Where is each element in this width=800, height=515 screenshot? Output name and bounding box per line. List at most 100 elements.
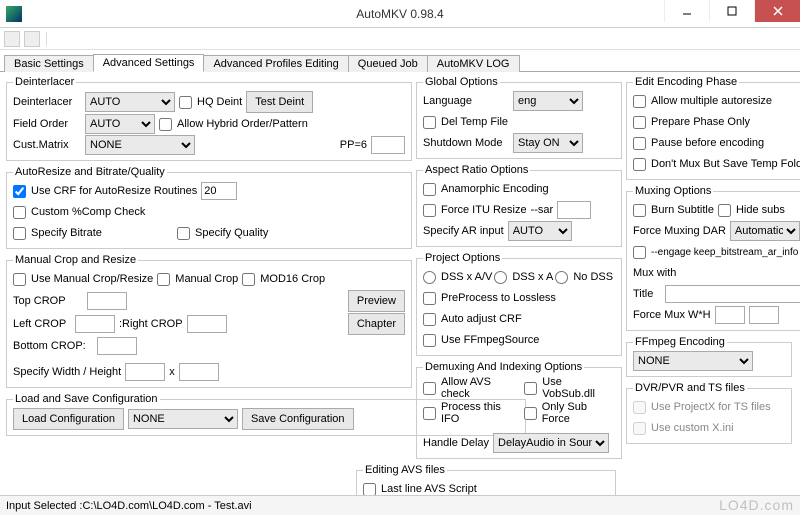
tab-queued-job[interactable]: Queued Job xyxy=(348,55,428,72)
close-button[interactable] xyxy=(754,0,800,22)
global-options-group: Global Options Language eng Del Temp Fil… xyxy=(416,76,622,159)
pause-before-checkbox[interactable] xyxy=(633,137,646,150)
allow-hybrid-checkbox[interactable] xyxy=(159,118,172,131)
muxing-options-group: Muxing Options Burn Subtitle Hide subs F… xyxy=(626,185,800,331)
shutdown-select[interactable]: Stay ON xyxy=(513,133,583,153)
preview-button[interactable]: Preview xyxy=(348,290,405,312)
force-itu-checkbox[interactable] xyxy=(423,204,436,217)
test-deint-button[interactable]: Test Deint xyxy=(246,91,313,113)
ffmpeg-select[interactable]: NONE xyxy=(633,351,753,371)
auto-crf-checkbox[interactable] xyxy=(423,313,436,326)
engage-checkbox[interactable] xyxy=(633,246,646,259)
toolbar-icon-1[interactable] xyxy=(4,31,20,47)
autoresize-group: AutoResize and Bitrate/Quality Use CRF f… xyxy=(6,166,412,249)
crf-value-input[interactable] xyxy=(201,182,237,200)
shutdown-label: Shutdown Mode xyxy=(423,137,509,149)
ffmpeg-source-checkbox[interactable] xyxy=(423,334,436,347)
language-label: Language xyxy=(423,95,509,107)
use-crf-checkbox[interactable] xyxy=(13,185,26,198)
allow-multiple-checkbox[interactable] xyxy=(633,95,646,108)
dss-av-label: DSS x A/V xyxy=(441,271,492,283)
chapter-button[interactable]: Chapter xyxy=(348,313,405,335)
pp-input[interactable] xyxy=(371,136,405,154)
last-line-avs-checkbox[interactable] xyxy=(363,483,376,496)
manual-crop-legend: Manual Crop and Resize xyxy=(13,254,138,266)
sar-input[interactable] xyxy=(557,201,591,219)
minimize-button[interactable] xyxy=(664,0,709,22)
preprocess-checkbox[interactable] xyxy=(423,292,436,305)
specify-quality-checkbox[interactable] xyxy=(177,227,190,240)
allow-hybrid-label: Allow Hybrid Order/Pattern xyxy=(177,118,308,130)
right-crop-input[interactable] xyxy=(187,315,227,333)
load-config-button[interactable]: Load Configuration xyxy=(13,408,124,430)
left-crop-label: Left CROP xyxy=(13,318,71,330)
width-input[interactable] xyxy=(125,363,165,381)
allow-avs-label: Allow AVS check xyxy=(441,376,520,400)
title-input[interactable] xyxy=(665,285,800,303)
toolbar-icon-2[interactable] xyxy=(24,31,40,47)
vobsub-checkbox[interactable] xyxy=(524,382,537,395)
only-sub-checkbox[interactable] xyxy=(524,407,537,420)
content-area: Deinterlacer Deinterlacer AUTO HQ Deint … xyxy=(0,72,800,512)
cust-matrix-select[interactable]: NONE xyxy=(85,135,195,155)
deinterlacer-label: Deinterlacer xyxy=(13,96,81,108)
bottom-crop-input[interactable] xyxy=(97,337,137,355)
dont-mux-checkbox[interactable] xyxy=(633,158,646,171)
specify-ar-label: Specify AR input xyxy=(423,225,504,237)
force-mux-w-input[interactable] xyxy=(715,306,745,324)
demuxing-legend: Demuxing And Indexing Options xyxy=(423,361,584,373)
hide-subs-label: Hide subs xyxy=(736,204,785,216)
save-config-button[interactable]: Save Configuration xyxy=(242,408,354,430)
use-crf-label: Use CRF for AutoResize Routines xyxy=(31,185,197,197)
allow-multiple-label: Allow multiple autoresize xyxy=(651,95,772,107)
x-label: x xyxy=(169,366,175,378)
dont-mux-label: Don't Mux But Save Temp Folder xyxy=(651,158,800,170)
manual-crop-label: Manual Crop xyxy=(175,273,238,285)
delay-select[interactable]: DelayAudio in Sound xyxy=(493,433,609,453)
ar-select[interactable]: AUTO xyxy=(508,221,572,241)
burn-subtitle-label: Burn Subtitle xyxy=(651,204,714,216)
force-dar-select[interactable]: Automatic xyxy=(730,221,800,241)
anamorphic-checkbox[interactable] xyxy=(423,183,436,196)
field-order-select[interactable]: AUTO xyxy=(85,114,155,134)
dss-av-radio[interactable] xyxy=(423,271,436,284)
ffmpeg-encoding-group: FFmpeg Encoding NONE xyxy=(626,336,792,377)
prepare-only-checkbox[interactable] xyxy=(633,116,646,129)
dss-a-radio[interactable] xyxy=(494,271,507,284)
pp-label: PP=6 xyxy=(340,139,367,151)
load-save-legend: Load and Save Configuration xyxy=(13,393,160,405)
tab-advanced-settings[interactable]: Advanced Settings xyxy=(93,54,205,72)
ffmpeg-source-label: Use FFmpegSource xyxy=(441,334,539,346)
manual-crop-checkbox[interactable] xyxy=(157,273,170,286)
tab-basic-settings[interactable]: Basic Settings xyxy=(4,55,94,72)
maximize-button[interactable] xyxy=(709,0,754,22)
allow-avs-checkbox[interactable] xyxy=(423,382,436,395)
custom-comp-label: Custom %Comp Check xyxy=(31,206,145,218)
app-icon xyxy=(6,6,22,22)
project-options-group: Project Options DSS x A/V DSS x A No DSS… xyxy=(416,252,622,356)
custom-comp-checkbox[interactable] xyxy=(13,206,26,219)
demuxing-group: Demuxing And Indexing Options Allow AVS … xyxy=(416,361,622,459)
mod16-crop-checkbox[interactable] xyxy=(242,273,255,286)
burn-subtitle-checkbox[interactable] xyxy=(633,204,646,217)
use-manual-crop-checkbox[interactable] xyxy=(13,273,26,286)
left-crop-input[interactable] xyxy=(75,315,115,333)
language-select[interactable]: eng xyxy=(513,91,583,111)
process-ifo-checkbox[interactable] xyxy=(423,407,436,420)
force-mux-wh-label: Force Mux W*H xyxy=(633,309,711,321)
hide-subs-checkbox[interactable] xyxy=(718,204,731,217)
config-profile-select[interactable]: NONE xyxy=(128,409,238,429)
tab-advanced-profiles[interactable]: Advanced Profiles Editing xyxy=(203,55,348,72)
del-temp-checkbox[interactable] xyxy=(423,116,436,129)
deinterlacer-select[interactable]: AUTO xyxy=(85,92,175,112)
specify-wh-label: Specify Width / Height xyxy=(13,366,121,378)
force-mux-h-input[interactable] xyxy=(749,306,779,324)
hq-deint-checkbox[interactable] xyxy=(179,96,192,109)
specify-bitrate-checkbox[interactable] xyxy=(13,227,26,240)
top-crop-input[interactable] xyxy=(87,292,127,310)
edit-encoding-group: Edit Encoding Phase Allow multiple autor… xyxy=(626,76,800,180)
height-input[interactable] xyxy=(179,363,219,381)
sar-label: --sar xyxy=(531,204,554,216)
no-dss-radio[interactable] xyxy=(555,271,568,284)
tab-automkv-log[interactable]: AutoMKV LOG xyxy=(427,55,520,72)
